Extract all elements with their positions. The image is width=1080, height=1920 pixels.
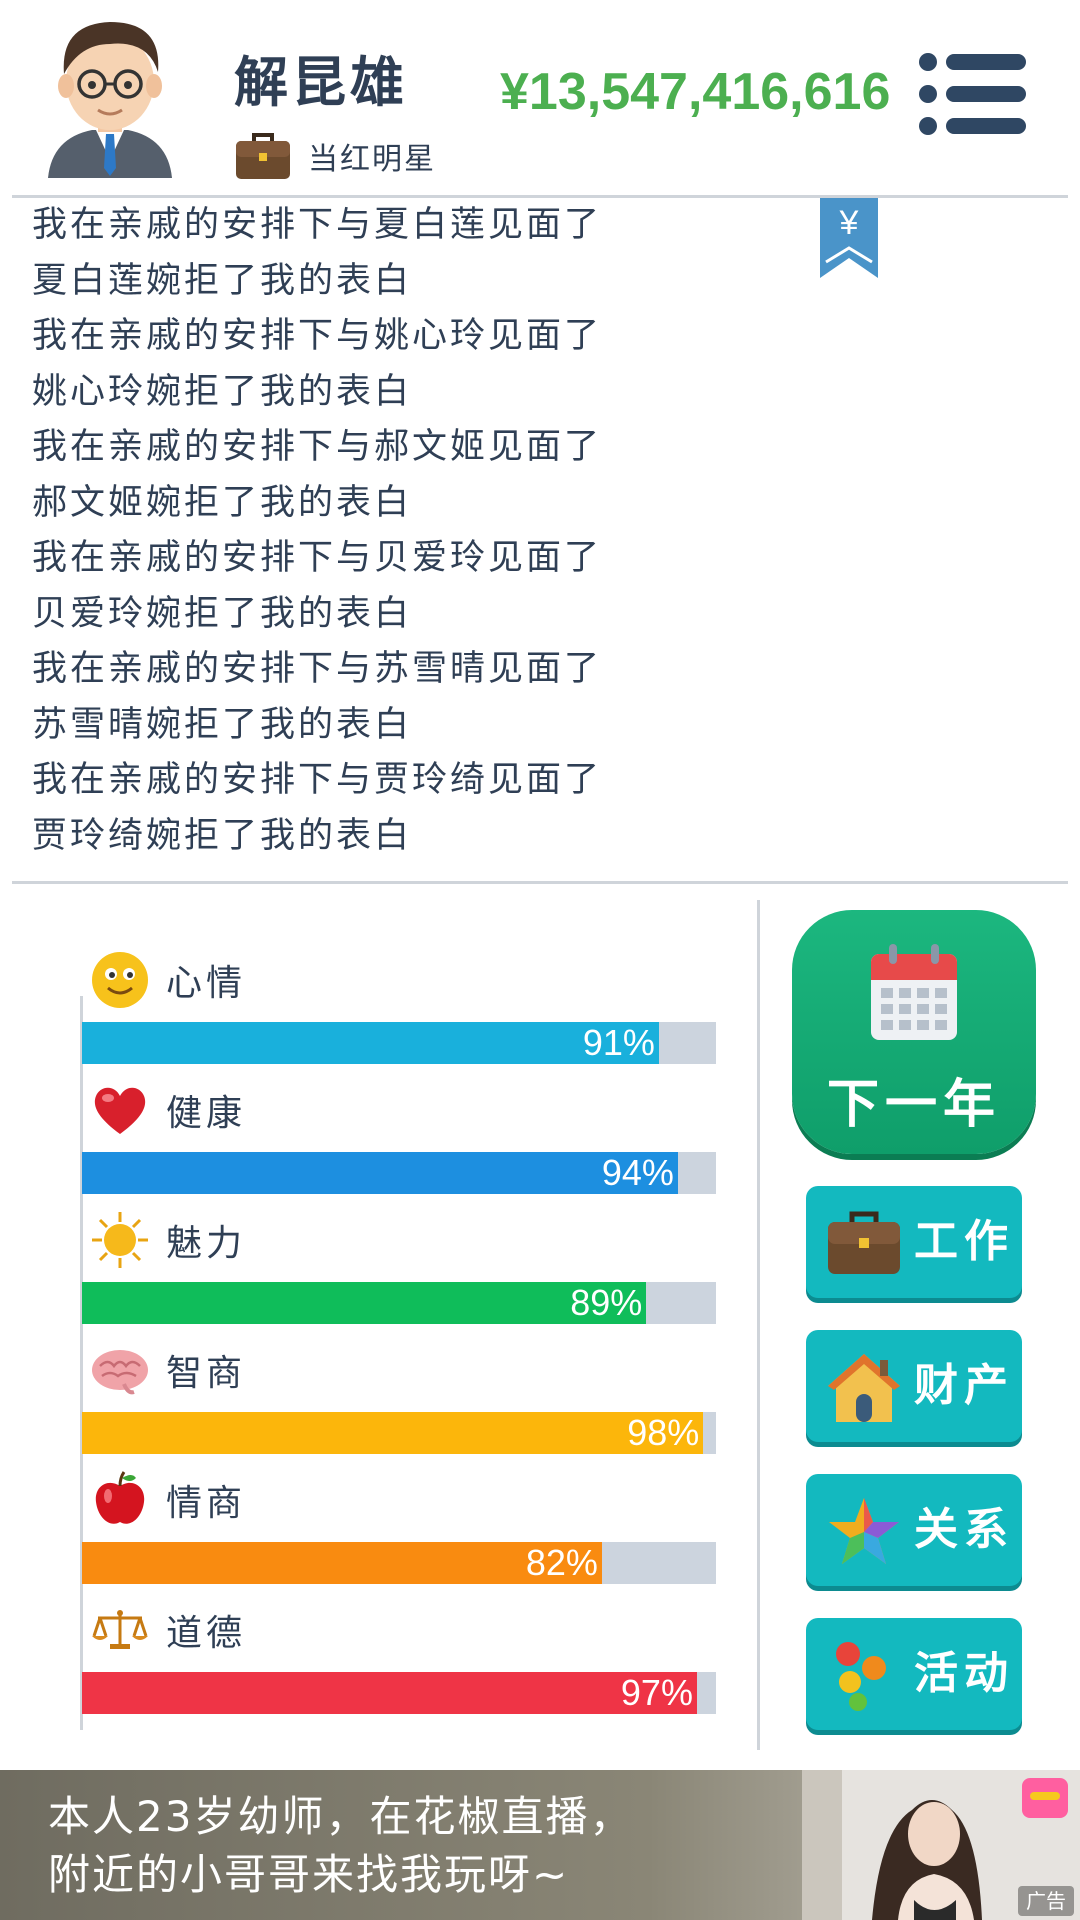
stat-percent: 89%: [570, 1282, 643, 1323]
ad-text: 本人23岁幼师，在花椒直播， 附近的小哥哥来找我玩呀~: [48, 1788, 768, 1904]
player-name: 解昆雄: [234, 50, 408, 114]
property-button[interactable]: 财产: [806, 1330, 1022, 1442]
stat-bar-fill: 94%: [82, 1152, 678, 1194]
stat-percent: 91%: [582, 1022, 655, 1063]
stat-bar-track: 89%: [82, 1282, 716, 1324]
stat-morality: 道德 97%: [82, 1600, 718, 1716]
stat-label: 心情: [166, 963, 247, 1004]
activities-button[interactable]: 活动: [806, 1618, 1022, 1730]
stat-label: 魅力: [166, 1223, 247, 1264]
stat-bar-track: 98%: [82, 1412, 716, 1454]
log-line: 我在亲戚的安排下与贝爱玲见面了: [32, 538, 603, 578]
log-line: 我在亲戚的安排下与夏白莲见面了: [32, 205, 603, 245]
bookmark-symbol: ¥: [839, 204, 859, 242]
stat-percent: 98%: [627, 1412, 700, 1453]
job-info: 当红明星: [234, 128, 436, 184]
house-icon: [828, 1354, 900, 1422]
header: 解昆雄 当红明星 ¥13,547,416,616: [0, 0, 1080, 196]
apple-icon: [95, 1471, 145, 1524]
work-button[interactable]: 工作: [806, 1186, 1022, 1298]
stat-charm: 魅力 89%: [82, 1210, 718, 1326]
stat-bar-track: 82%: [82, 1542, 716, 1584]
stat-label: 道德: [166, 1613, 247, 1654]
next-year-button[interactable]: 下一年: [792, 910, 1036, 1154]
scales-icon: [92, 1610, 148, 1649]
relations-label: 关系: [914, 1504, 1014, 1555]
brain-icon: [92, 1350, 148, 1395]
log-divider: [12, 881, 1068, 884]
log-line: 姚心玲婉拒了我的表白: [32, 371, 413, 412]
event-log: 我在亲戚的安排下与夏白莲见面了 夏白莲婉拒了我的表白 我在亲戚的安排下与姚心玲见…: [32, 198, 792, 864]
briefcase-icon: [828, 1211, 900, 1274]
stat-percent: 94%: [601, 1152, 674, 1193]
stat-mood: 心情 91%: [82, 950, 718, 1066]
stat-bar-fill: 91%: [82, 1022, 659, 1064]
briefcase-icon: [236, 133, 290, 179]
stat-label: 健康: [166, 1093, 247, 1134]
ad-tag[interactable]: 广告: [1018, 1886, 1074, 1916]
activities-label: 活动: [914, 1648, 1014, 1699]
log-line: 贾玲绮婉拒了我的表白: [32, 815, 413, 856]
next-year-label: 下一年: [826, 1074, 1001, 1135]
star-icon: [829, 1498, 899, 1564]
log-line: 苏雪晴婉拒了我的表白: [32, 704, 413, 745]
log-line: 夏白莲婉拒了我的表白: [32, 260, 413, 301]
ad-line-2: 附近的小哥哥来找我玩呀~: [48, 1850, 570, 1899]
stat-health: 健康 94%: [82, 1080, 718, 1196]
stat-bar-track: 91%: [82, 1022, 716, 1064]
job-title: 当红明星: [308, 142, 436, 177]
stat-iq: 智商 98%: [82, 1340, 718, 1456]
sun-icon: [92, 1212, 148, 1268]
activities-icon: [836, 1642, 886, 1711]
heart-icon: [94, 1087, 146, 1134]
log-line: 我在亲戚的安排下与郝文姬见面了: [32, 427, 603, 467]
log-line: 我在亲戚的安排下与贾玲绮见面了: [32, 760, 603, 800]
relations-button[interactable]: 关系: [806, 1474, 1022, 1586]
panel-divider: [757, 900, 760, 1750]
stat-label: 智商: [166, 1353, 247, 1394]
log-line: 我在亲戚的安排下与苏雪晴见面了: [32, 649, 603, 689]
stat-bar-fill: 89%: [82, 1282, 647, 1324]
log-line: 我在亲戚的安排下与姚心玲见面了: [32, 316, 603, 356]
smiley-icon: [92, 952, 148, 1008]
stat-bar-track: 94%: [82, 1152, 716, 1194]
property-label: 财产: [914, 1360, 1014, 1411]
menu-icon[interactable]: [918, 52, 1026, 136]
stat-label: 情商: [166, 1483, 247, 1524]
ad-banner[interactable]: 本人23岁幼师，在花椒直播， 附近的小哥哥来找我玩呀~ 广告: [0, 1770, 1080, 1920]
work-label: 工作: [914, 1216, 1014, 1267]
stat-bar-track: 97%: [82, 1672, 716, 1714]
stat-bar-fill: 82%: [82, 1542, 602, 1584]
stat-percent: 82%: [525, 1542, 598, 1583]
avatar[interactable]: [40, 10, 180, 180]
log-line: 郝文姬婉拒了我的表白: [32, 482, 413, 523]
money-balance: ¥13,547,416,616: [500, 63, 891, 121]
stat-bar-fill: 98%: [82, 1412, 704, 1454]
ad-line-1: 本人23岁幼师，在花椒直播，: [48, 1792, 634, 1841]
stat-eq: 情商 82%: [82, 1470, 718, 1586]
bookmark-yuan-icon[interactable]: ¥: [820, 198, 878, 278]
stat-percent: 97%: [620, 1672, 693, 1713]
log-line: 贝爱玲婉拒了我的表白: [32, 593, 413, 634]
calendar-icon: [871, 944, 957, 1040]
stat-bar-fill: 97%: [82, 1672, 697, 1714]
